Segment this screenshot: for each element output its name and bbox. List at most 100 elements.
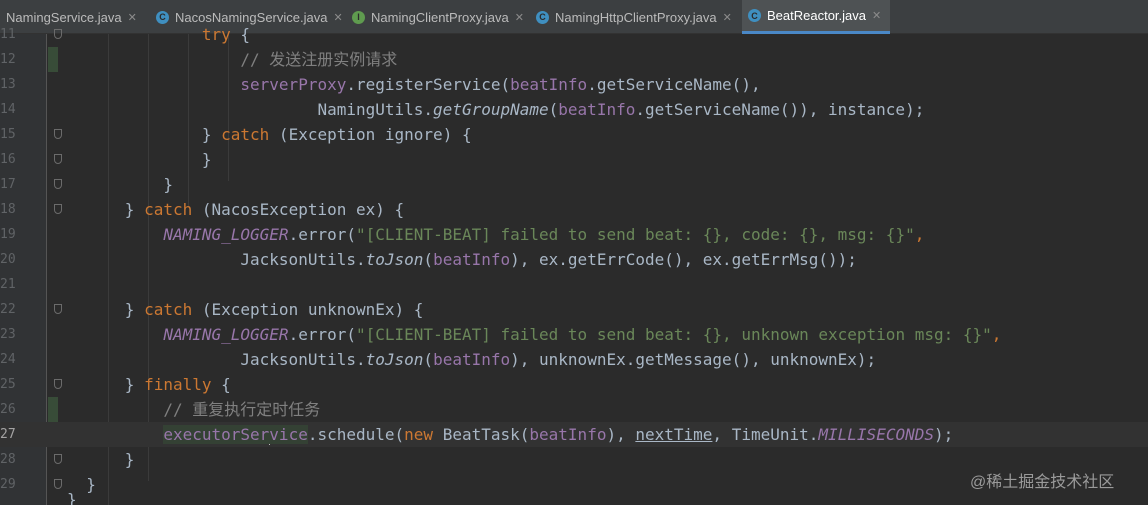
line-number: 17 [0, 177, 16, 192]
code-text: NamingUtils.getGroupName(beatInfo.getSer… [67, 97, 924, 122]
code-text: } [67, 172, 173, 197]
comment: // 重复执行定时任务 [163, 400, 321, 419]
code-token: , [991, 325, 1002, 344]
line-number: 25 [0, 377, 16, 392]
field-ref: beatInfo [433, 350, 511, 369]
code-line[interactable]: 24 JacksonUtils.toJson(beatInfo), unknow… [0, 347, 1148, 372]
keyword: new [404, 425, 434, 444]
keyword: catch [144, 300, 193, 319]
code-token: (NacosException ex) { [192, 200, 405, 219]
code-token: .registerService( [346, 75, 511, 94]
code-line[interactable]: 13 serverProxy.registerService(beatInfo.… [0, 72, 1148, 97]
code-text: } [67, 147, 212, 172]
fold-marker-icon[interactable] [54, 479, 62, 489]
code-line[interactable]: 14 NamingUtils.getGroupName(beatInfo.get… [0, 97, 1148, 122]
line-number: 24 [0, 352, 16, 367]
code-token: { [230, 25, 251, 44]
code-text: } catch (Exception unknownEx) { [67, 297, 424, 322]
code-token: { [211, 375, 231, 394]
code-line[interactable]: } [0, 493, 1148, 505]
comment: // 发送注册实例请求 [240, 50, 398, 69]
code-token: ( [423, 350, 434, 369]
line-number: 13 [0, 77, 16, 92]
string-literal: "[CLIENT-BEAT] failed to send beat: {}, … [356, 225, 915, 244]
code-text: // 发送注册实例请求 [67, 47, 397, 72]
code-token: ( [548, 100, 559, 119]
code-token: } [201, 150, 212, 169]
fold-marker-icon[interactable] [54, 454, 62, 464]
keyword: try [201, 25, 231, 44]
code-line[interactable]: 16 } [0, 147, 1148, 172]
keyword: finally [144, 375, 212, 394]
code-line[interactable]: 17 } [0, 172, 1148, 197]
code-text: NAMING_LOGGER.error("[CLIENT-BEAT] faile… [67, 322, 1001, 347]
code-line[interactable]: 23 NAMING_LOGGER.error("[CLIENT-BEAT] fa… [0, 322, 1148, 347]
code-line[interactable]: 25 } finally { [0, 372, 1148, 397]
field-ref: beatInfo [529, 425, 607, 444]
code-line[interactable]: 20 JacksonUtils.toJson(beatInfo), ex.get… [0, 247, 1148, 272]
fold-marker-icon[interactable] [54, 379, 62, 389]
code-text: } [67, 447, 135, 472]
code-token: ), [606, 425, 636, 444]
field-ref: beatInfo [558, 100, 636, 119]
static-method: getGroupName [433, 100, 549, 119]
code-token: } [124, 300, 145, 319]
line-number: 21 [0, 277, 16, 292]
line-number: 28 [0, 452, 16, 467]
code-token: .error( [288, 325, 356, 344]
fold-marker-icon[interactable] [54, 304, 62, 314]
code-token: } [201, 125, 222, 144]
code-token: ), unknownEx.getMessage(), unknownEx); [510, 350, 877, 369]
keyword: catch [144, 200, 193, 219]
code-text: NAMING_LOGGER.error("[CLIENT-BEAT] faile… [67, 222, 924, 247]
code-token: .getServiceName()), instance); [635, 100, 925, 119]
static-method: toJson [365, 250, 424, 269]
code-line[interactable]: 22 } catch (Exception unknownEx) { [0, 297, 1148, 322]
fold-marker-icon[interactable] [54, 129, 62, 139]
close-icon[interactable]: ✕ [872, 9, 881, 22]
line-number: 14 [0, 102, 16, 117]
code-token: (Exception ignore) { [269, 125, 472, 144]
code-text: // 重复执行定时任务 [67, 397, 320, 422]
static-field: MILLISECONDS [818, 425, 934, 444]
fold-marker-icon[interactable] [54, 179, 62, 189]
class-icon: C [748, 9, 761, 22]
line-number: 11 [0, 27, 16, 42]
code-text: JacksonUtils.toJson(beatInfo), ex.getErr… [67, 247, 857, 272]
code-text: serverProxy.registerService(beatInfo.get… [67, 72, 761, 97]
code-text: JacksonUtils.toJson(beatInfo), unknownEx… [67, 347, 876, 372]
line-number: 12 [0, 52, 16, 67]
code-token: .getServiceName(), [587, 75, 761, 94]
reassigned-variable: nextTime [635, 425, 713, 444]
fold-marker-icon[interactable] [54, 204, 62, 214]
static-method: toJson [365, 350, 424, 369]
code-token: BeatTask( [433, 425, 530, 444]
code-text: } finally { [67, 372, 231, 397]
code-text: } catch (Exception ignore) { [67, 122, 472, 147]
code-line[interactable]: 11 try { [0, 22, 1148, 47]
code-line[interactable]: 26 // 重复执行定时任务 [0, 397, 1148, 422]
code-token: .error( [288, 225, 356, 244]
field-ref: beatInfo [433, 250, 511, 269]
code-token: , [914, 225, 925, 244]
code-line[interactable]: 21 [0, 272, 1148, 297]
code-line[interactable]: 19 NAMING_LOGGER.error("[CLIENT-BEAT] fa… [0, 222, 1148, 247]
code-token: (Exception unknownEx) { [192, 300, 424, 319]
code-line[interactable]: 18 } catch (NacosException ex) { [0, 197, 1148, 222]
code-line[interactable]: 15 } catch (Exception ignore) { [0, 122, 1148, 147]
line-number: 18 [0, 202, 16, 217]
fold-marker-icon[interactable] [54, 29, 62, 39]
line-number: 15 [0, 127, 16, 142]
tab-label: BeatReactor.java [767, 8, 867, 23]
field-ref: beatInfo [510, 75, 588, 94]
code-token: } [124, 200, 145, 219]
line-number: 19 [0, 227, 16, 242]
code-token: ( [423, 250, 434, 269]
code-text: executorService.schedule(new BeatTask(be… [67, 422, 953, 447]
code-line[interactable]: 12 // 发送注册实例请求 [0, 47, 1148, 72]
fold-marker-icon[interactable] [54, 154, 62, 164]
code-token: JacksonUtils. [240, 250, 366, 269]
code-line-current[interactable]: 27 executorService.schedule(new BeatTask… [0, 422, 1148, 447]
code-token: ); [933, 425, 954, 444]
static-field: NAMING_LOGGER [163, 225, 289, 244]
